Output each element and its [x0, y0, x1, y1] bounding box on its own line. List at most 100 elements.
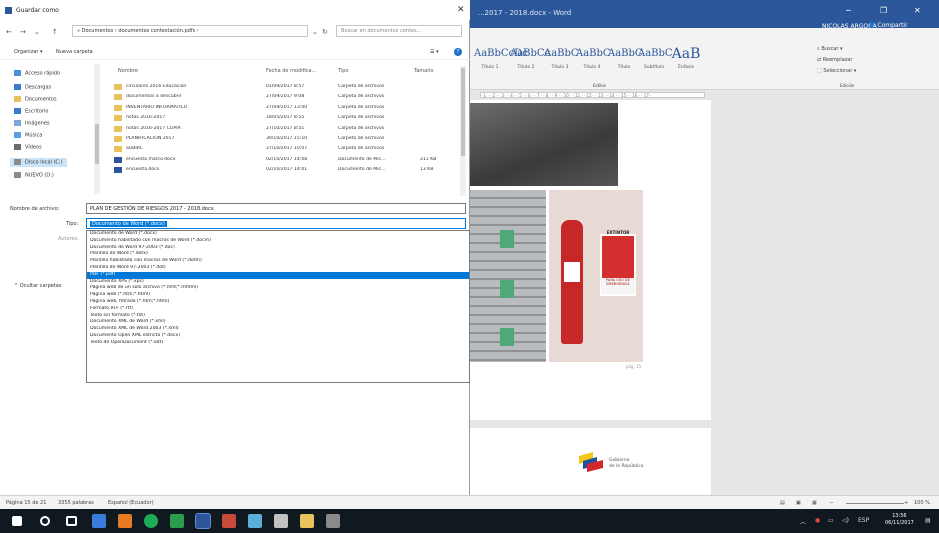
- zoom-slider[interactable]: [846, 503, 904, 504]
- nav-item-4[interactable]: Escritorio: [14, 108, 48, 115]
- excel-icon[interactable]: [170, 514, 184, 528]
- search-input[interactable]: Buscar en documentos contes...: [336, 25, 462, 37]
- web-layout-icon[interactable]: ▦: [812, 500, 817, 506]
- up-arrow-icon[interactable]: ↑: [52, 28, 58, 36]
- file-type-option[interactable]: Plantilla habilitada con macros de Word …: [87, 258, 469, 265]
- nav-item-6[interactable]: Música: [14, 132, 42, 139]
- style-2[interactable]: AaBbCc Título 2: [510, 46, 550, 80]
- file-type-option[interactable]: Texto de OpenDocument (*.odt): [87, 340, 469, 347]
- app-icon-2[interactable]: [274, 514, 288, 528]
- style-7[interactable]: AaB Énfasis: [670, 46, 702, 80]
- list-scrollbar[interactable]: [460, 66, 466, 196]
- find-button[interactable]: ⌕ Buscar ▾: [817, 46, 843, 52]
- file-row[interactable]: encuesta marco.docx 02/10/2017 14:08 Docum…: [106, 155, 458, 165]
- file-type-option[interactable]: Documento XPS (*.xps): [87, 279, 469, 286]
- file-row[interactable]: circulares 2016 Educación 01/09/2017 8:57…: [106, 82, 458, 92]
- read-mode-icon[interactable]: ▤: [780, 500, 785, 506]
- recent-chevron-icon[interactable]: ⌄: [34, 28, 40, 36]
- minimize-icon[interactable]: ─: [846, 6, 851, 15]
- antivirus-icon[interactable]: ●: [815, 517, 820, 524]
- file-type-option[interactable]: Documento XML de Word (*.xml): [87, 319, 469, 326]
- column-name[interactable]: Nombre: [118, 68, 138, 74]
- nav-item-8[interactable]: Disco local (C:): [10, 158, 67, 167]
- file-type-option[interactable]: Plantilla de Word 97-2003 (*.dot): [87, 265, 469, 272]
- filename-input[interactable]: PLAN DE GESTIÓN DE RIESGOS 2017 - 2018.d…: [86, 203, 466, 214]
- file-type-option[interactable]: PDF (*.pdf): [87, 271, 469, 279]
- file-row[interactable]: documentos a descubrir 27/09/2017 9:08 Car…: [106, 92, 458, 102]
- word-icon[interactable]: [195, 513, 211, 529]
- view-options-icon[interactable]: ☰ ▾: [430, 49, 439, 55]
- app-icon[interactable]: [248, 514, 262, 528]
- volume-icon[interactable]: ◁): [842, 517, 849, 524]
- back-arrow-icon[interactable]: ←: [6, 28, 12, 36]
- file-row[interactable]: encuesta.docx 02/10/2017 14:01 Documento d…: [106, 165, 458, 175]
- file-type-option[interactable]: Documento Open XML estricto (*.docx): [87, 333, 469, 340]
- nav-item-5[interactable]: Imágenes: [14, 120, 50, 127]
- file-type-option[interactable]: Documento habilitado con macros de Word …: [87, 238, 469, 245]
- file-type-option[interactable]: Página web de un solo archivo (*.mht;*.m…: [87, 285, 469, 292]
- new-folder-button[interactable]: Nueva carpeta: [56, 49, 93, 55]
- file-type-option[interactable]: Página web, filtrada (*.htm;*.html): [87, 299, 469, 306]
- input-language[interactable]: ESP: [858, 517, 869, 524]
- network-icon[interactable]: ▭: [828, 517, 834, 524]
- notifications-icon[interactable]: ▤: [925, 517, 931, 524]
- column-date[interactable]: Fecha de modifica...: [266, 68, 316, 74]
- edge-icon[interactable]: [92, 514, 106, 528]
- zoom-level[interactable]: 100 %: [914, 500, 930, 506]
- nav-scroll-thumb[interactable]: [95, 124, 99, 164]
- zoom-out-icon[interactable]: ─: [830, 500, 833, 506]
- style-4[interactable]: AaBbC Título 4: [576, 46, 611, 80]
- style-6[interactable]: AaBbC Subtítulo: [638, 46, 673, 80]
- file-type-select[interactable]: Documento de Word (*.docx): [86, 218, 466, 229]
- chrome-icon[interactable]: [144, 514, 158, 528]
- tray-up-icon[interactable]: ︿: [800, 517, 806, 526]
- nav-scrollbar[interactable]: [94, 64, 100, 194]
- file-type-option[interactable]: Documento de Word 97-2003 (*.doc): [87, 245, 469, 252]
- replace-button[interactable]: ⇄ Reemplazar: [817, 57, 852, 63]
- nav-item-7[interactable]: Vídeos: [14, 144, 42, 151]
- help-icon[interactable]: ?: [454, 48, 462, 56]
- style-1[interactable]: AaBbCcDc Título 1: [474, 46, 528, 80]
- firefox-icon[interactable]: [118, 514, 132, 528]
- maximize-icon[interactable]: ❐: [880, 6, 887, 15]
- nav-item-9[interactable]: NUEVO (D:): [14, 172, 54, 179]
- file-explorer-icon[interactable]: [300, 514, 314, 528]
- file-type-option[interactable]: Página web (*.htm;*.html): [87, 292, 469, 299]
- clock[interactable]: 13:56 06/11/2017: [885, 513, 914, 527]
- column-type[interactable]: Tipo: [338, 68, 349, 74]
- print-layout-icon[interactable]: ▣: [796, 500, 801, 506]
- close-icon[interactable]: ✕: [914, 6, 921, 15]
- file-type-option[interactable]: Texto sin formato (*.txt): [87, 313, 469, 320]
- forward-arrow-icon[interactable]: →: [20, 28, 26, 36]
- file-row[interactable]: PLANIFICACIÓN 2017 30/10/2017 15:10 Carpet…: [106, 134, 458, 144]
- close-icon[interactable]: ✕: [457, 5, 465, 15]
- nav-item-2[interactable]: Descargas: [14, 84, 51, 91]
- file-row[interactable]: INVENTARIO INFORMÁTICO 27/09/2017 13:00 Ca…: [106, 103, 458, 113]
- powerpoint-icon[interactable]: [222, 514, 236, 528]
- page-count[interactable]: Página 15 de 21: [6, 500, 46, 506]
- windows-start-icon[interactable]: [12, 516, 22, 526]
- column-size[interactable]: Tamaño: [414, 68, 433, 74]
- style-3[interactable]: AaBbC Título 3: [544, 46, 579, 80]
- hide-folders-toggle[interactable]: ^ Ocultar carpetas: [14, 283, 61, 289]
- nav-item-3[interactable]: Documentos: [14, 96, 57, 103]
- word-count[interactable]: 3355 palabras: [58, 500, 94, 506]
- address-path[interactable]: « Documentos › documentos contestación.p…: [72, 25, 308, 37]
- app-icon-3[interactable]: [326, 514, 340, 528]
- file-type-option[interactable]: Plantilla de Word (*.dotx): [87, 251, 469, 258]
- file-row[interactable]: notas 2016-2017 18/05/2017 8:55 Carpeta de…: [106, 113, 458, 123]
- style-5[interactable]: AaBbC Título: [608, 46, 643, 80]
- file-type-option[interactable]: Formato RTF (*.rtf): [87, 306, 469, 313]
- refresh-icon[interactable]: ↻: [322, 28, 328, 36]
- file-row[interactable]: SUBIRC 27/10/2017 10:07 Carpeta de archivo…: [106, 144, 458, 154]
- search-icon[interactable]: [40, 516, 50, 526]
- file-type-option[interactable]: Documento de Word (*.docx): [87, 231, 469, 238]
- address-dropdown-icon[interactable]: ⌄: [312, 28, 318, 36]
- file-row[interactable]: notas 2016-2017 COPIA 27/10/2017 8:51 Carp…: [106, 124, 458, 134]
- nav-item-1[interactable]: Acceso rápido: [14, 70, 60, 77]
- organize-button[interactable]: Organizar ▾: [14, 49, 43, 55]
- file-type-option[interactable]: Documento XML de Word 2003 (*.xml): [87, 326, 469, 333]
- list-scroll-thumb[interactable]: [461, 68, 465, 156]
- select-button[interactable]: ⬚ Seleccionar ▾: [817, 68, 856, 74]
- task-view-icon[interactable]: [66, 516, 77, 526]
